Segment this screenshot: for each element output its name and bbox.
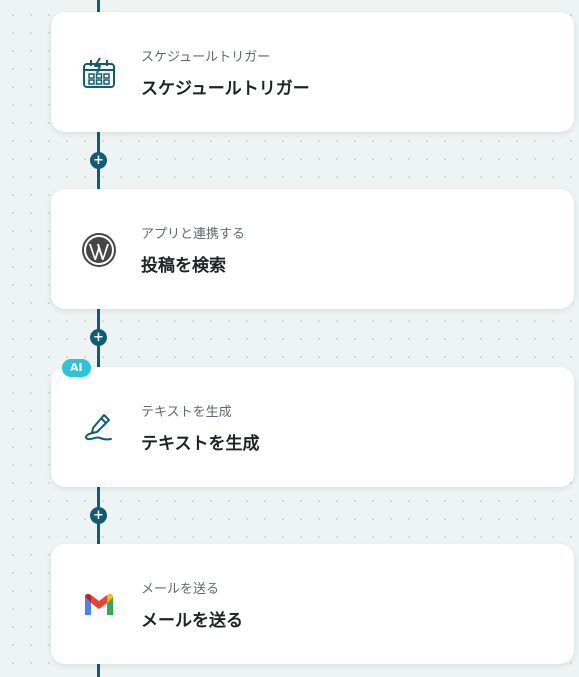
step-subtitle: アプリと連携する: [141, 227, 246, 242]
add-step-button[interactable]: +: [90, 507, 107, 524]
step-subtitle: メールを送る: [141, 582, 220, 597]
step-subtitle: テキストを生成: [141, 405, 232, 420]
gmail-icon: [80, 586, 118, 624]
flow-step-card-search-posts[interactable]: アプリと連携する 投稿を検索: [51, 189, 574, 309]
wordpress-icon: [80, 231, 118, 269]
step-title: 投稿を検索: [141, 256, 226, 276]
calendar-schedule-icon: [80, 54, 118, 92]
pen-write-icon: [80, 409, 118, 447]
step-title: メールを送る: [141, 611, 243, 631]
add-step-button[interactable]: +: [90, 329, 107, 346]
step-title: テキストを生成: [141, 434, 260, 454]
step-subtitle: スケジュールトリガー: [141, 50, 271, 65]
flow-step-card-generate-text[interactable]: AI テキストを生成 テキストを生成: [51, 359, 574, 487]
flow-step-card-schedule-trigger[interactable]: スケジュールトリガー スケジュールトリガー: [51, 12, 574, 132]
add-step-button[interactable]: +: [90, 152, 107, 169]
flow-step-card-send-email[interactable]: メールを送る メールを送る: [51, 544, 574, 664]
step-title: スケジュールトリガー: [141, 79, 310, 99]
ai-badge: AI: [62, 359, 91, 377]
